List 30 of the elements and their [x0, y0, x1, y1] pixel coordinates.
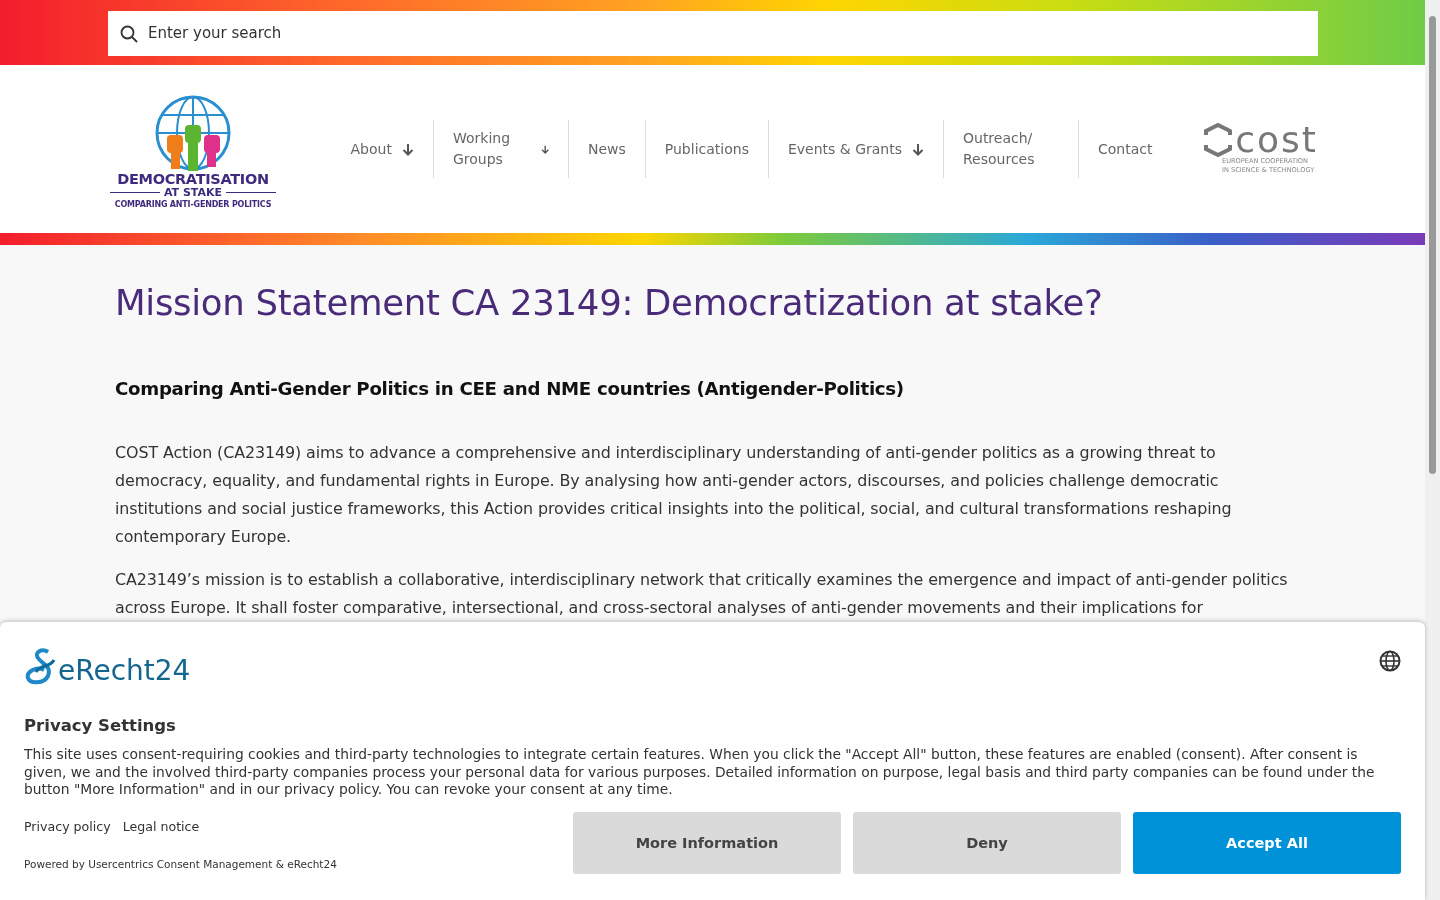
scrollbar-thumb[interactable] [1429, 16, 1436, 474]
logo-subtitle: AT STAKE [163, 186, 223, 199]
consent-button[interactable]: Accept All [1133, 811, 1401, 874]
nav-link[interactable]: News [568, 138, 645, 160]
nav-link[interactable]: Working Groups [433, 128, 568, 170]
page-subtitle: Comparing Anti-Gender Politics in CEE and NME countries (Antigender-Politics) [115, 377, 905, 401]
paragraph: CA23149’s mission is to establish a collaborative, interdisciplinary network that critically examines the emergence and impact of anti-gender politics across Europe. It shall foster comparative, intersectional, and cross-sectoral analyses of anti-gender movements and their implications for [115, 569, 1289, 619]
search-field[interactable]: Enter your search [108, 10, 1318, 56]
brand-logo-text: eRecht24 [58, 656, 191, 686]
logo-title: DEMOCRATISATION [117, 170, 269, 187]
hexagon-icon [1203, 123, 1234, 157]
nav-link[interactable]: Events & Grants [768, 138, 943, 160]
logo-tagline: COMPARING ANTI-GENDER POLITICS [114, 198, 272, 210]
nav-link[interactable]: Publications [645, 138, 768, 160]
globe-fists-icon [153, 94, 233, 171]
cost-wordmark: cost [1235, 124, 1318, 156]
consent-button[interactable]: More Information [573, 811, 841, 874]
consent-title: Privacy Settings [24, 716, 177, 735]
powered-by-text: Powered by Usercentrics Consent Management & eRecht24 [24, 857, 337, 870]
consent-link[interactable]: Legal notice [122, 818, 200, 834]
page-title: Mission Statement CA 23149: Democratization at stake? [115, 281, 1104, 325]
consent-button[interactable]: Deny [853, 811, 1121, 874]
paragraph: COST Action (CA23149) aims to advance a comprehensive and interdisciplinary understanding of anti-gender politics as a growing threat to democracy, equality, and fundamental rights in Europe. By analysing how anti-gender actors, discourses, and policies challenge democratic institutions and social justice frameworks, this Action provides critical insights into the political, social, and cultural transformations reshaping contemporary Europe. [115, 442, 1233, 548]
nav-link[interactable]: Outreach/ Resources [944, 128, 1078, 170]
nav-link[interactable]: Contact [1079, 138, 1172, 160]
scrollbar[interactable] [1425, 0, 1440, 900]
nav-link[interactable]: About [331, 138, 433, 160]
consent-link[interactable]: Privacy policy [24, 818, 111, 834]
consent-text: This site uses consent-requiring cookies and third-party technologies to integrate certain features. When you click the "Accept All" button, these features are enabled (consent). After consent is given, we and the involved third-party companies process your personal data for various purposes. Detailed information on purpose, legal basis and third party companies can be found under the button "More Information" and in our privacy policy. You can revoke your consent at any time. [24, 746, 1376, 799]
globe-icon[interactable] [1379, 650, 1401, 672]
